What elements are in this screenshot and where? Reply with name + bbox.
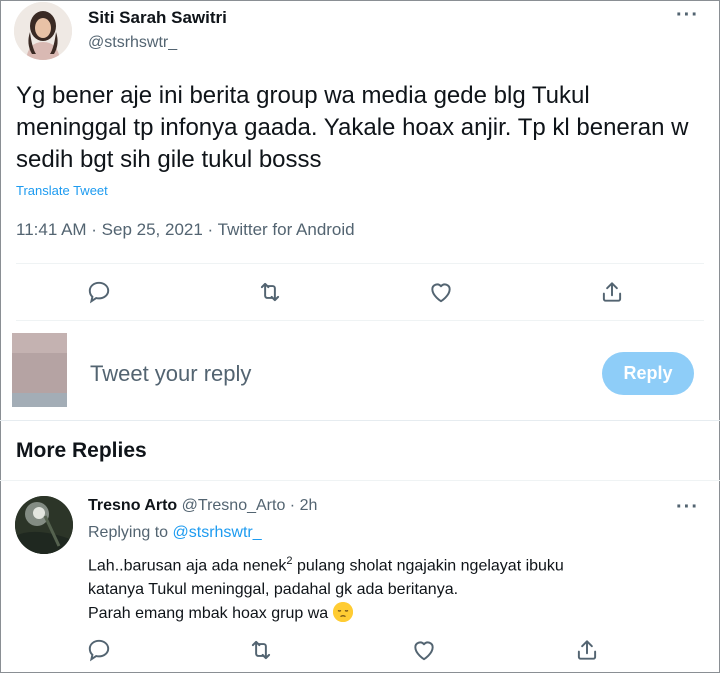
translate-tweet-link[interactable]: Translate Tweet <box>16 183 108 198</box>
reply-text-line: katanya Tukul meninggal, padahal gk ada … <box>88 581 459 599</box>
author-handle[interactable]: @stsrhswtr_ <box>88 34 177 52</box>
reply-header: Tresno Arto @Tresno_Arto · 2h <box>88 497 317 515</box>
reply-icon[interactable] <box>85 278 113 306</box>
more-icon[interactable]: ··· <box>676 496 699 519</box>
tweet-meta: 11:41 AM · Sep 25, 2021 · Twitter for An… <box>16 220 355 239</box>
reply-author-name[interactable]: Tresno Arto <box>88 497 177 514</box>
reply-text-part: Lah..barusan aja ada nenek <box>88 557 287 575</box>
share-icon[interactable] <box>598 278 626 306</box>
author-name[interactable]: Siti Sarah Sawitri <box>88 8 227 28</box>
reply-author-handle[interactable]: @Tresno_Arto <box>182 497 286 514</box>
section-title: More Replies <box>16 439 147 462</box>
divider <box>16 263 704 264</box>
user-avatar <box>12 333 67 407</box>
retweet-icon[interactable] <box>256 278 284 306</box>
divider <box>0 480 720 481</box>
reply-text-line: Lah..barusan aja ada nenek2 pulang shola… <box>88 549 698 578</box>
heart-icon[interactable] <box>410 636 438 664</box>
more-icon[interactable]: ··· <box>676 4 699 27</box>
reply-text-part: Parah emang mbak hoax grup wa <box>88 605 333 623</box>
heart-icon[interactable] <box>427 278 455 306</box>
divider <box>16 320 704 321</box>
reply-input[interactable]: Tweet your reply <box>90 361 251 387</box>
reply-icon[interactable] <box>85 636 113 664</box>
reply-button[interactable]: Reply <box>602 352 694 395</box>
reply-text: Lah..barusan aja ada nenek2 pulang shola… <box>88 549 698 626</box>
replying-prefix: Replying to <box>88 524 173 541</box>
retweet-icon[interactable] <box>247 636 275 664</box>
divider <box>0 420 720 421</box>
reply-author-avatar[interactable] <box>15 496 73 554</box>
replying-handle-link[interactable]: @stsrhswtr_ <box>173 524 262 541</box>
reply-time[interactable]: 2h <box>300 497 318 514</box>
replying-to: Replying to @stsrhswtr_ <box>88 524 262 542</box>
tweet-text: Yg bener aje ini berita group wa media g… <box>16 82 689 173</box>
share-icon[interactable] <box>573 636 601 664</box>
reply-text-part: pulang sholat ngajakin ngelayat ibuku <box>292 557 564 575</box>
pensive-face-emoji <box>332 602 353 623</box>
reply-text-line: Parah emang mbak hoax grup wa <box>88 602 698 626</box>
separator: · <box>289 497 296 514</box>
author-avatar[interactable] <box>14 2 72 60</box>
